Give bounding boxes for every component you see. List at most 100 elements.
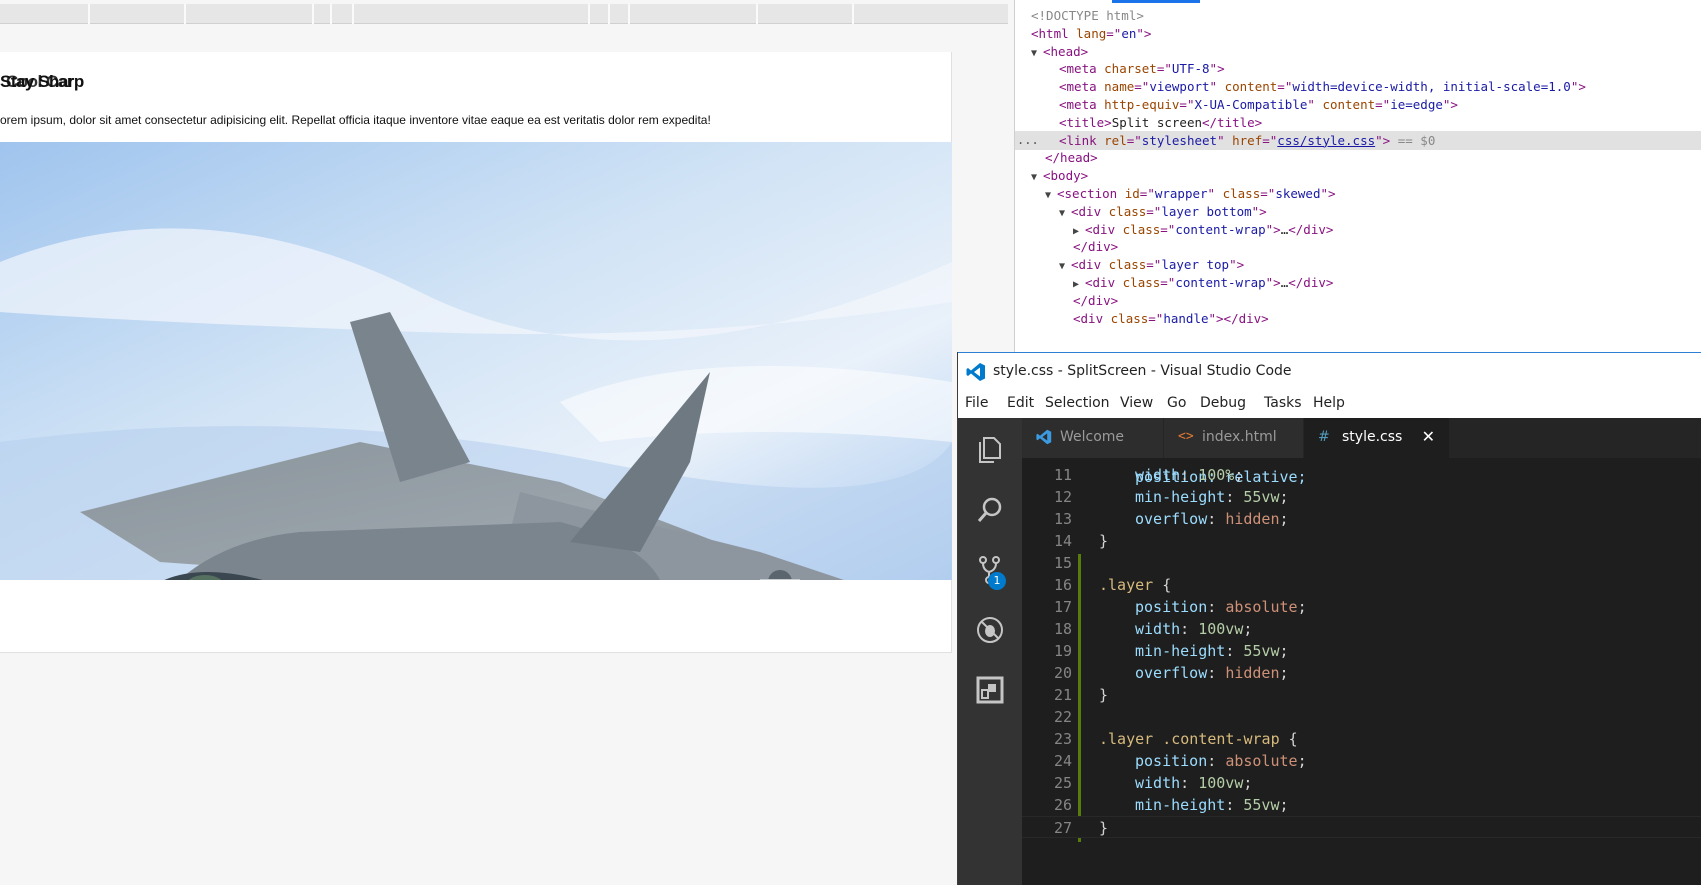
browser-media-query-bar[interactable] bbox=[0, 4, 1008, 24]
activity-bar: 1 bbox=[958, 418, 1022, 885]
search-icon[interactable] bbox=[974, 494, 1006, 526]
extensions-icon[interactable] bbox=[974, 674, 1006, 706]
menu-go[interactable]: Go bbox=[1167, 395, 1186, 411]
dom-node-line[interactable]: </head> bbox=[1015, 148, 1701, 167]
dom-node-line[interactable]: ▶ <div class="content-wrap">…</div> bbox=[1015, 220, 1701, 239]
line-number: 21 bbox=[1053, 686, 1072, 704]
line-number: 23 bbox=[1053, 730, 1072, 748]
line-number: 24 bbox=[1053, 752, 1072, 770]
code-text: overflow: hidden; bbox=[1135, 510, 1289, 528]
dom-node-line[interactable]: ▼ <div class="layer bottom"> bbox=[1015, 202, 1701, 221]
line-number: 12 bbox=[1053, 488, 1072, 506]
dom-node-line[interactable]: ▼ <body> bbox=[1015, 166, 1701, 185]
tab-label: style.css bbox=[1342, 429, 1403, 445]
explorer-icon[interactable] bbox=[974, 434, 1006, 466]
code-line: 20 overflow: hidden; bbox=[1022, 662, 1701, 684]
code-line: 12 min-height: 55vw; bbox=[1022, 486, 1701, 508]
devtools-active-tab-indicator bbox=[1112, 0, 1200, 3]
code-text: width: 100%; bbox=[1135, 466, 1244, 484]
dom-node-line[interactable]: ▼ <head> bbox=[1015, 42, 1701, 61]
dom-node-line[interactable]: ▼ <div class="layer top"> bbox=[1015, 255, 1701, 274]
code-line: 15 bbox=[1022, 552, 1701, 574]
tab-welcome[interactable]: Welcome bbox=[1022, 418, 1164, 458]
line-number: 14 bbox=[1053, 532, 1072, 550]
line-number: 27 bbox=[1053, 819, 1072, 837]
menu-debug[interactable]: Debug bbox=[1200, 395, 1246, 411]
menu-edit[interactable]: Edit bbox=[1007, 395, 1034, 411]
code-text: } bbox=[1099, 532, 1109, 550]
menu-tasks[interactable]: Tasks bbox=[1264, 395, 1302, 411]
code-text: } bbox=[1099, 686, 1109, 704]
dom-node-line[interactable]: <link rel="stylesheet" href="css/style.c… bbox=[1015, 130, 1701, 150]
code-line: 22 bbox=[1022, 706, 1701, 728]
code-text: width: 100vw; bbox=[1135, 620, 1253, 638]
code-text: min-height: 55vw; bbox=[1135, 488, 1289, 506]
line-number: 25 bbox=[1053, 774, 1072, 792]
tab-label: index.html bbox=[1202, 429, 1277, 445]
line-number: 16 bbox=[1053, 576, 1072, 594]
editor-tabs: Welcome <> index.html # style.css ✕ bbox=[1022, 418, 1701, 458]
dom-node-line[interactable]: <meta http-equiv="X-UA-Compatible" conte… bbox=[1015, 95, 1701, 114]
menu-file[interactable]: File bbox=[965, 395, 988, 411]
line-number: 22 bbox=[1053, 708, 1072, 726]
line-number: 20 bbox=[1053, 664, 1072, 682]
vscode-title-bar[interactable]: style.css - SplitScreen - Visual Studio … bbox=[958, 352, 1701, 390]
window-title: style.css - SplitScreen - Visual Studio … bbox=[993, 363, 1292, 379]
code-line: 11 width: 100%; bbox=[1022, 464, 1701, 486]
tab-label: Welcome bbox=[1060, 429, 1125, 445]
code-line: 24 position: absolute; bbox=[1022, 750, 1701, 772]
tab-index-html[interactable]: <> index.html bbox=[1164, 418, 1304, 458]
dom-node-line[interactable]: ▼ <section id="wrapper" class="skewed"> bbox=[1015, 184, 1701, 203]
code-line: 19 min-height: 55vw; bbox=[1022, 640, 1701, 662]
menu-view[interactable]: View bbox=[1120, 395, 1153, 411]
page-title: Stay Sharp Cool Car bbox=[0, 72, 120, 96]
code-line: 16 .layer { bbox=[1022, 574, 1701, 596]
menu-bar: File Edit Selection View Go Debug Tasks … bbox=[958, 390, 1701, 418]
code-line: 18 width: 100vw; bbox=[1022, 618, 1701, 640]
code-text: overflow: hidden; bbox=[1135, 664, 1289, 682]
code-editor[interactable]: position: relative; 11 width: 100%; 12 min-… bbox=[1022, 458, 1701, 885]
code-line: 23 .layer .content-wrap { bbox=[1022, 728, 1701, 750]
dom-node-line[interactable]: <meta name="viewport" content="width=dev… bbox=[1015, 77, 1701, 96]
browser-viewport: Stay Sharp Cool Car orem ipsum, dolor si… bbox=[0, 52, 952, 653]
debug-icon[interactable] bbox=[974, 614, 1006, 646]
vscode-window[interactable]: style.css - SplitScreen - Visual Studio … bbox=[957, 352, 1701, 885]
menu-selection[interactable]: Selection bbox=[1045, 395, 1110, 411]
code-text: } bbox=[1099, 819, 1109, 837]
dom-node-line[interactable]: ▶ <div class="content-wrap">…</div> bbox=[1015, 273, 1701, 292]
page-paragraph: orem ipsum, dolor sit amet consectetur a… bbox=[0, 113, 711, 127]
dom-node-line[interactable]: </div> bbox=[1015, 237, 1701, 256]
dom-node-line[interactable]: <title>Split screen</title> bbox=[1015, 113, 1701, 132]
code-line: 27} bbox=[1022, 816, 1701, 838]
scm-badge: 1 bbox=[988, 572, 1006, 590]
code-line: 17 position: absolute; bbox=[1022, 596, 1701, 618]
css-file-icon: # bbox=[1318, 429, 1330, 445]
page-title-overlap-text: Cool Car bbox=[6, 72, 73, 91]
selected-node-marker: ... bbox=[1017, 132, 1039, 147]
menu-help[interactable]: Help bbox=[1313, 395, 1345, 411]
line-number: 15 bbox=[1053, 554, 1072, 572]
code-text: min-height: 55vw; bbox=[1135, 796, 1289, 814]
html-file-icon: <> bbox=[1178, 429, 1194, 444]
code-text: position: absolute; bbox=[1135, 752, 1307, 770]
line-number: 18 bbox=[1053, 620, 1072, 638]
vscode-logo-icon bbox=[1036, 429, 1052, 445]
code-text: position: absolute; bbox=[1135, 598, 1307, 616]
code-line: 25 width: 100vw; bbox=[1022, 772, 1701, 794]
dom-node-line[interactable]: <!DOCTYPE html> bbox=[1015, 6, 1701, 25]
dom-node-line[interactable]: <div class="handle"></div> bbox=[1015, 309, 1701, 328]
code-text: .layer .content-wrap { bbox=[1099, 730, 1298, 748]
tab-style-css[interactable]: # style.css ✕ bbox=[1304, 418, 1450, 458]
devtools-elements-panel[interactable]: <!DOCTYPE html> <html lang="en"> ▼ <head> <m… bbox=[1014, 0, 1701, 360]
close-icon[interactable]: ✕ bbox=[1422, 427, 1435, 446]
line-number: 13 bbox=[1053, 510, 1072, 528]
code-text: .layer { bbox=[1099, 576, 1172, 594]
code-line: 13 overflow: hidden; bbox=[1022, 508, 1701, 530]
dom-node-line[interactable]: <meta charset="UTF-8"> bbox=[1015, 59, 1701, 78]
code-line: 26 min-height: 55vw; bbox=[1022, 794, 1701, 816]
dom-node-line[interactable]: </div> bbox=[1015, 291, 1701, 310]
fighter-jet-image bbox=[0, 142, 952, 580]
dom-node-line[interactable]: <html lang="en"> bbox=[1015, 24, 1701, 43]
line-number: 11 bbox=[1053, 466, 1072, 484]
vscode-logo-icon bbox=[966, 363, 985, 381]
